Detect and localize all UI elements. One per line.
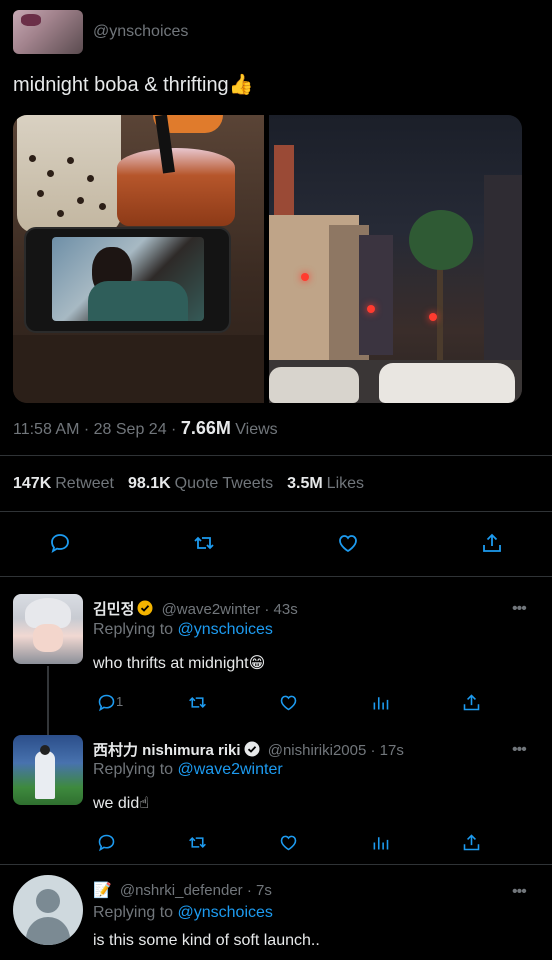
reply-actions: [0, 826, 552, 866]
reply-text: who thrifts at midnight😁: [93, 655, 266, 672]
media-photo-street[interactable]: [269, 115, 522, 403]
reply-author-handle[interactable]: @nshrki_defender: [120, 882, 243, 899]
reply-time: · 17s: [366, 742, 404, 759]
tweet-timestamp: 11:58 AM · 28 Sep 24 ·: [13, 421, 181, 438]
reply-icon[interactable]: [90, 826, 122, 858]
views-chart-icon[interactable]: [364, 826, 396, 858]
retweet-icon[interactable]: [188, 527, 220, 559]
reply-actions: 1: [0, 686, 552, 726]
reply-time: · 43s: [260, 601, 298, 618]
tweet-actions: [0, 527, 552, 567]
retweet-icon[interactable]: [181, 826, 213, 858]
phone-image: [24, 227, 231, 333]
reply-icon[interactable]: 1: [90, 686, 124, 718]
share-icon[interactable]: [476, 527, 508, 559]
views-count: 7.66M: [180, 418, 231, 438]
reply-header: 📝 @nshrki_defender · 7s: [93, 881, 272, 899]
like-icon[interactable]: [272, 686, 304, 718]
more-icon[interactable]: •••: [512, 741, 534, 758]
share-icon[interactable]: [455, 826, 487, 858]
tweet-stats: 147K Retweet 98.1K Quote Tweets 3.5M Likes: [13, 475, 364, 493]
reply-avatar[interactable]: [13, 594, 83, 664]
reply-author-name[interactable]: 김민정: [93, 601, 134, 618]
verified-badge-icon: [244, 741, 260, 757]
reply-author-name[interactable]: 西村力 nishimura riki: [93, 742, 241, 759]
reply-header: 西村力 nishimura riki @nishiriki2005 · 17s: [93, 739, 404, 760]
boba-cup-image: [17, 115, 121, 233]
reply-text: we did☝: [93, 795, 149, 812]
like-icon[interactable]: [272, 826, 304, 858]
author-avatar[interactable]: [13, 10, 83, 54]
more-icon[interactable]: •••: [512, 883, 534, 900]
tweet-media[interactable]: [13, 115, 522, 403]
replying-to-link[interactable]: @wave2winter: [178, 761, 283, 778]
replying-to: Replying to @ynschoices: [93, 621, 273, 638]
author-handle[interactable]: @ynschoices: [93, 23, 188, 41]
replying-to-link[interactable]: @ynschoices: [178, 621, 273, 638]
likes-stat[interactable]: 3.5M Likes: [287, 475, 364, 492]
media-photo-boba[interactable]: [13, 115, 264, 403]
default-avatar[interactable]: [13, 875, 83, 945]
tea-cup-image: [117, 148, 235, 226]
views-chart-icon[interactable]: [364, 686, 396, 718]
replying-to: Replying to @ynschoices: [93, 904, 273, 921]
replying-to: Replying to @wave2winter: [93, 761, 283, 778]
reply-author-name[interactable]: 📝: [93, 882, 112, 899]
reply-author-handle[interactable]: @wave2winter: [162, 601, 261, 618]
reply-icon[interactable]: [44, 527, 76, 559]
retweet-icon[interactable]: [181, 686, 213, 718]
reply-text: is this some kind of soft launch..: [93, 932, 320, 949]
tweet-meta: 11:58 AM · 28 Sep 24 · 7.66M Views: [13, 418, 278, 439]
reply-count: 1: [116, 694, 124, 709]
reply-header: 김민정 @wave2winter · 43s: [93, 598, 298, 619]
reply-author-handle[interactable]: @nishiriki2005: [268, 742, 367, 759]
share-icon[interactable]: [455, 686, 487, 718]
quote-stat[interactable]: 98.1K Quote Tweets: [128, 475, 273, 492]
replying-to-link[interactable]: @ynschoices: [178, 904, 273, 921]
tweet-text: midnight boba & thrifting👍: [13, 74, 254, 96]
retweet-stat[interactable]: 147K Retweet: [13, 475, 114, 492]
reply-avatar[interactable]: [13, 735, 83, 805]
reply-time: · 7s: [242, 882, 272, 899]
like-icon[interactable]: [332, 527, 364, 559]
views-label: Views: [230, 421, 278, 438]
verified-badge-icon: [137, 600, 153, 616]
more-icon[interactable]: •••: [512, 600, 534, 617]
